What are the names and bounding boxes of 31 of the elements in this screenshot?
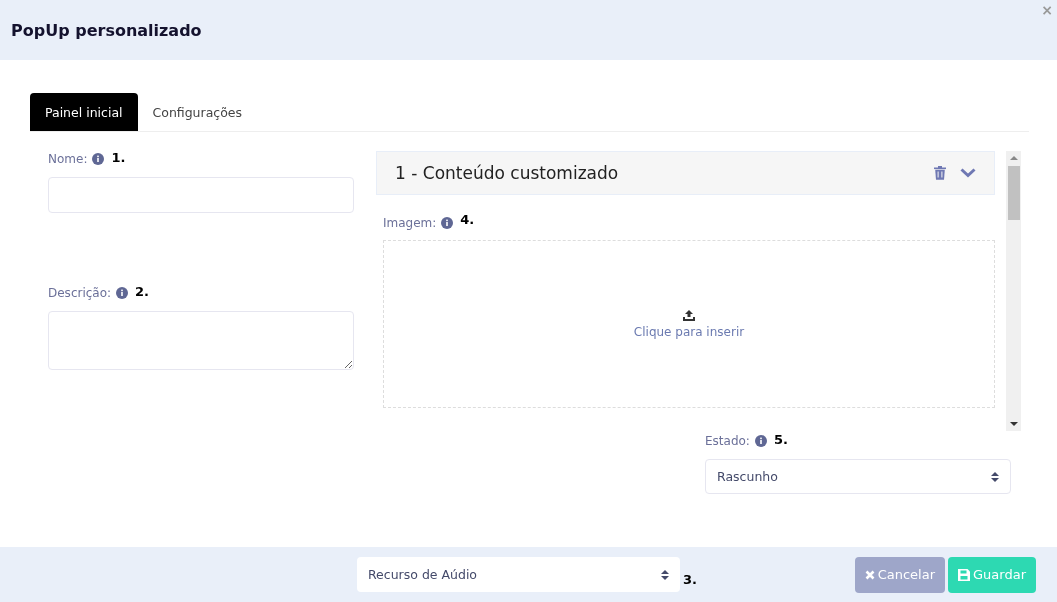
- annotation-number: 5.: [773, 431, 788, 447]
- chevron-down-icon[interactable]: [960, 168, 976, 178]
- upload-hint: Clique para inserir: [633, 324, 745, 339]
- upload-icon: [683, 309, 695, 321]
- field-label: Estado:: [705, 434, 750, 448]
- card-title: 1 - Conteúdo customizado: [395, 163, 620, 183]
- info-icon[interactable]: [92, 153, 105, 165]
- scroll-down-icon[interactable]: [1009, 422, 1018, 427]
- field-label: Descrição:: [48, 286, 112, 300]
- image-upload-area[interactable]: Clique para inserir: [383, 240, 995, 408]
- resource-select[interactable]: Recurso de Aúdio: [357, 557, 680, 592]
- close-icon: [864, 569, 875, 580]
- status-select[interactable]: Rascunho: [705, 459, 1011, 494]
- sort-arrows-icon: [991, 470, 999, 483]
- scrollbar-thumb[interactable]: [1007, 166, 1020, 220]
- tab[interactable]: Painel inicial: [30, 93, 138, 131]
- window-title: PopUp personalizado: [11, 20, 202, 40]
- info-icon[interactable]: [441, 217, 454, 229]
- scrollbar[interactable]: [1006, 151, 1021, 431]
- info-icon[interactable]: [116, 287, 129, 299]
- field-label: Imagem:: [383, 216, 437, 230]
- sort-arrows-icon: [661, 568, 669, 581]
- trash-icon[interactable]: [934, 166, 946, 180]
- annotation-number: 2.: [135, 283, 150, 299]
- annotation-number: 3.: [683, 572, 697, 587]
- scroll-up-icon[interactable]: [1009, 155, 1018, 160]
- name-input[interactable]: [48, 177, 354, 213]
- field-label: Nome:: [48, 152, 88, 166]
- annotation-number: 1.: [111, 149, 126, 165]
- annotation-number: 4.: [460, 211, 475, 227]
- info-icon[interactable]: [754, 435, 767, 447]
